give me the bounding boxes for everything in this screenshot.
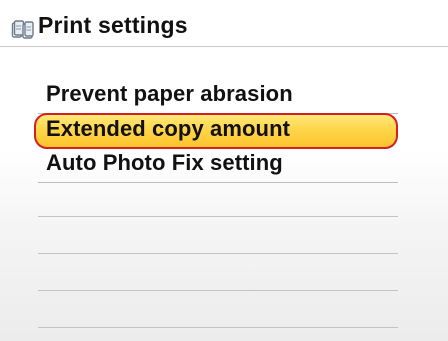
empty-row-divider	[38, 216, 398, 217]
menu-item-extended-copy-amount[interactable]: Extended copy amount	[34, 113, 398, 149]
menu-item-auto-photo-fix-setting[interactable]: Auto Photo Fix setting	[38, 147, 398, 183]
empty-row-divider	[38, 253, 398, 254]
empty-row-divider	[38, 327, 398, 328]
row-divider	[38, 182, 398, 183]
menu-item-label: Auto Photo Fix setting	[46, 150, 283, 175]
menu-item-label: Prevent paper abrasion	[46, 81, 293, 106]
lcd-screen: Print settings Prevent paper abrasion Ex…	[0, 0, 448, 341]
settings-menu: Prevent paper abrasion Extended copy amo…	[0, 0, 448, 341]
empty-row-divider	[38, 290, 398, 291]
menu-item-label: Extended copy amount	[46, 116, 291, 141]
menu-item-prevent-paper-abrasion[interactable]: Prevent paper abrasion	[38, 78, 398, 114]
